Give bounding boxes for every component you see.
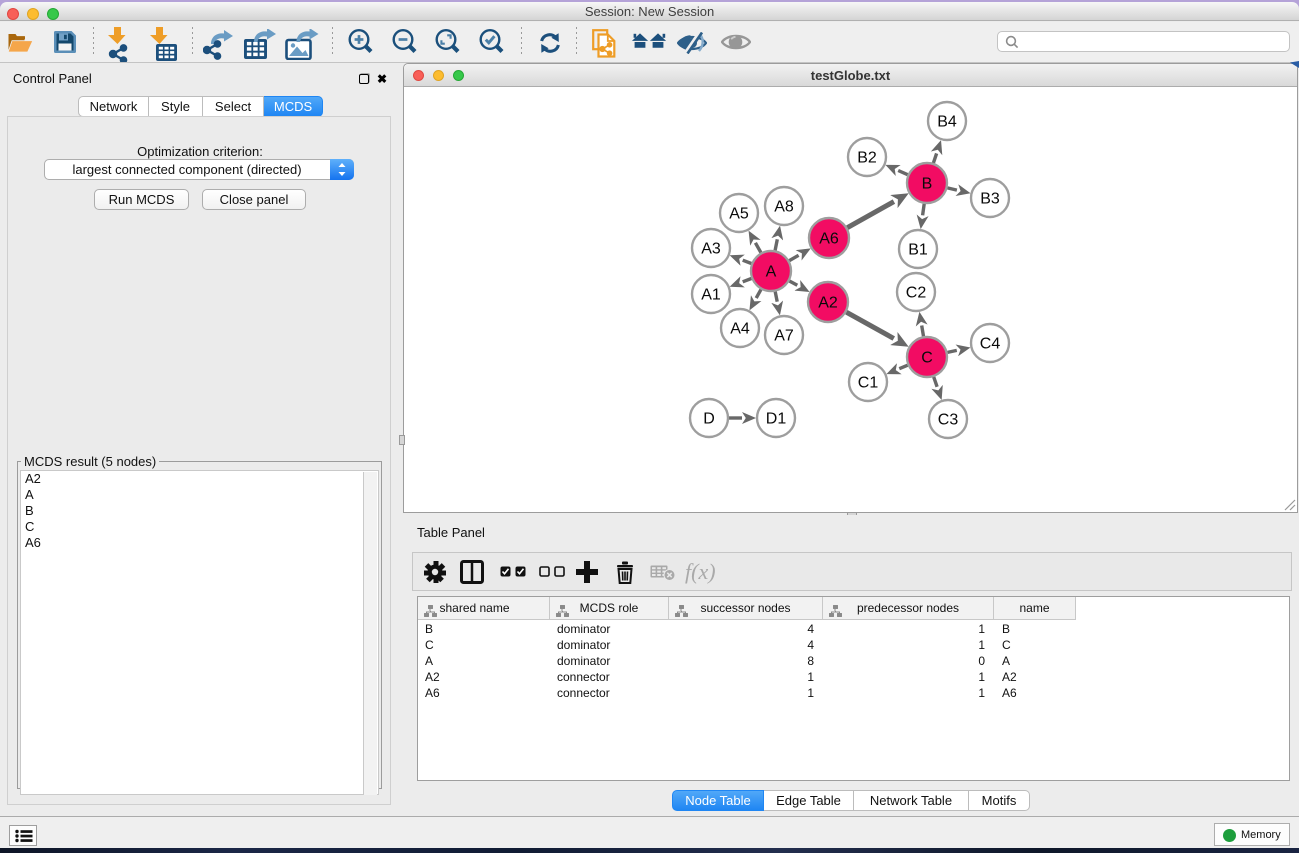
svg-text:A7: A7 <box>774 328 794 345</box>
svg-text:C2: C2 <box>906 285 927 302</box>
svg-text:A1: A1 <box>701 287 721 304</box>
svg-text:A8: A8 <box>774 199 794 216</box>
svg-text:B1: B1 <box>908 242 928 259</box>
svg-text:A4: A4 <box>730 321 750 338</box>
svg-text:C3: C3 <box>938 412 959 429</box>
svg-text:B4: B4 <box>937 114 957 131</box>
svg-text:A3: A3 <box>701 241 721 258</box>
svg-text:C1: C1 <box>858 375 879 392</box>
svg-text:B3: B3 <box>980 191 1000 208</box>
svg-text:A2: A2 <box>818 295 838 312</box>
svg-text:D1: D1 <box>766 411 787 428</box>
svg-text:B2: B2 <box>857 150 877 167</box>
svg-text:D: D <box>703 411 715 428</box>
svg-text:A6: A6 <box>819 231 839 248</box>
svg-text:A: A <box>766 264 777 281</box>
svg-text:C4: C4 <box>980 336 1001 353</box>
svg-text:B: B <box>922 176 933 193</box>
svg-text:C: C <box>921 350 933 367</box>
svg-text:A5: A5 <box>729 206 749 223</box>
